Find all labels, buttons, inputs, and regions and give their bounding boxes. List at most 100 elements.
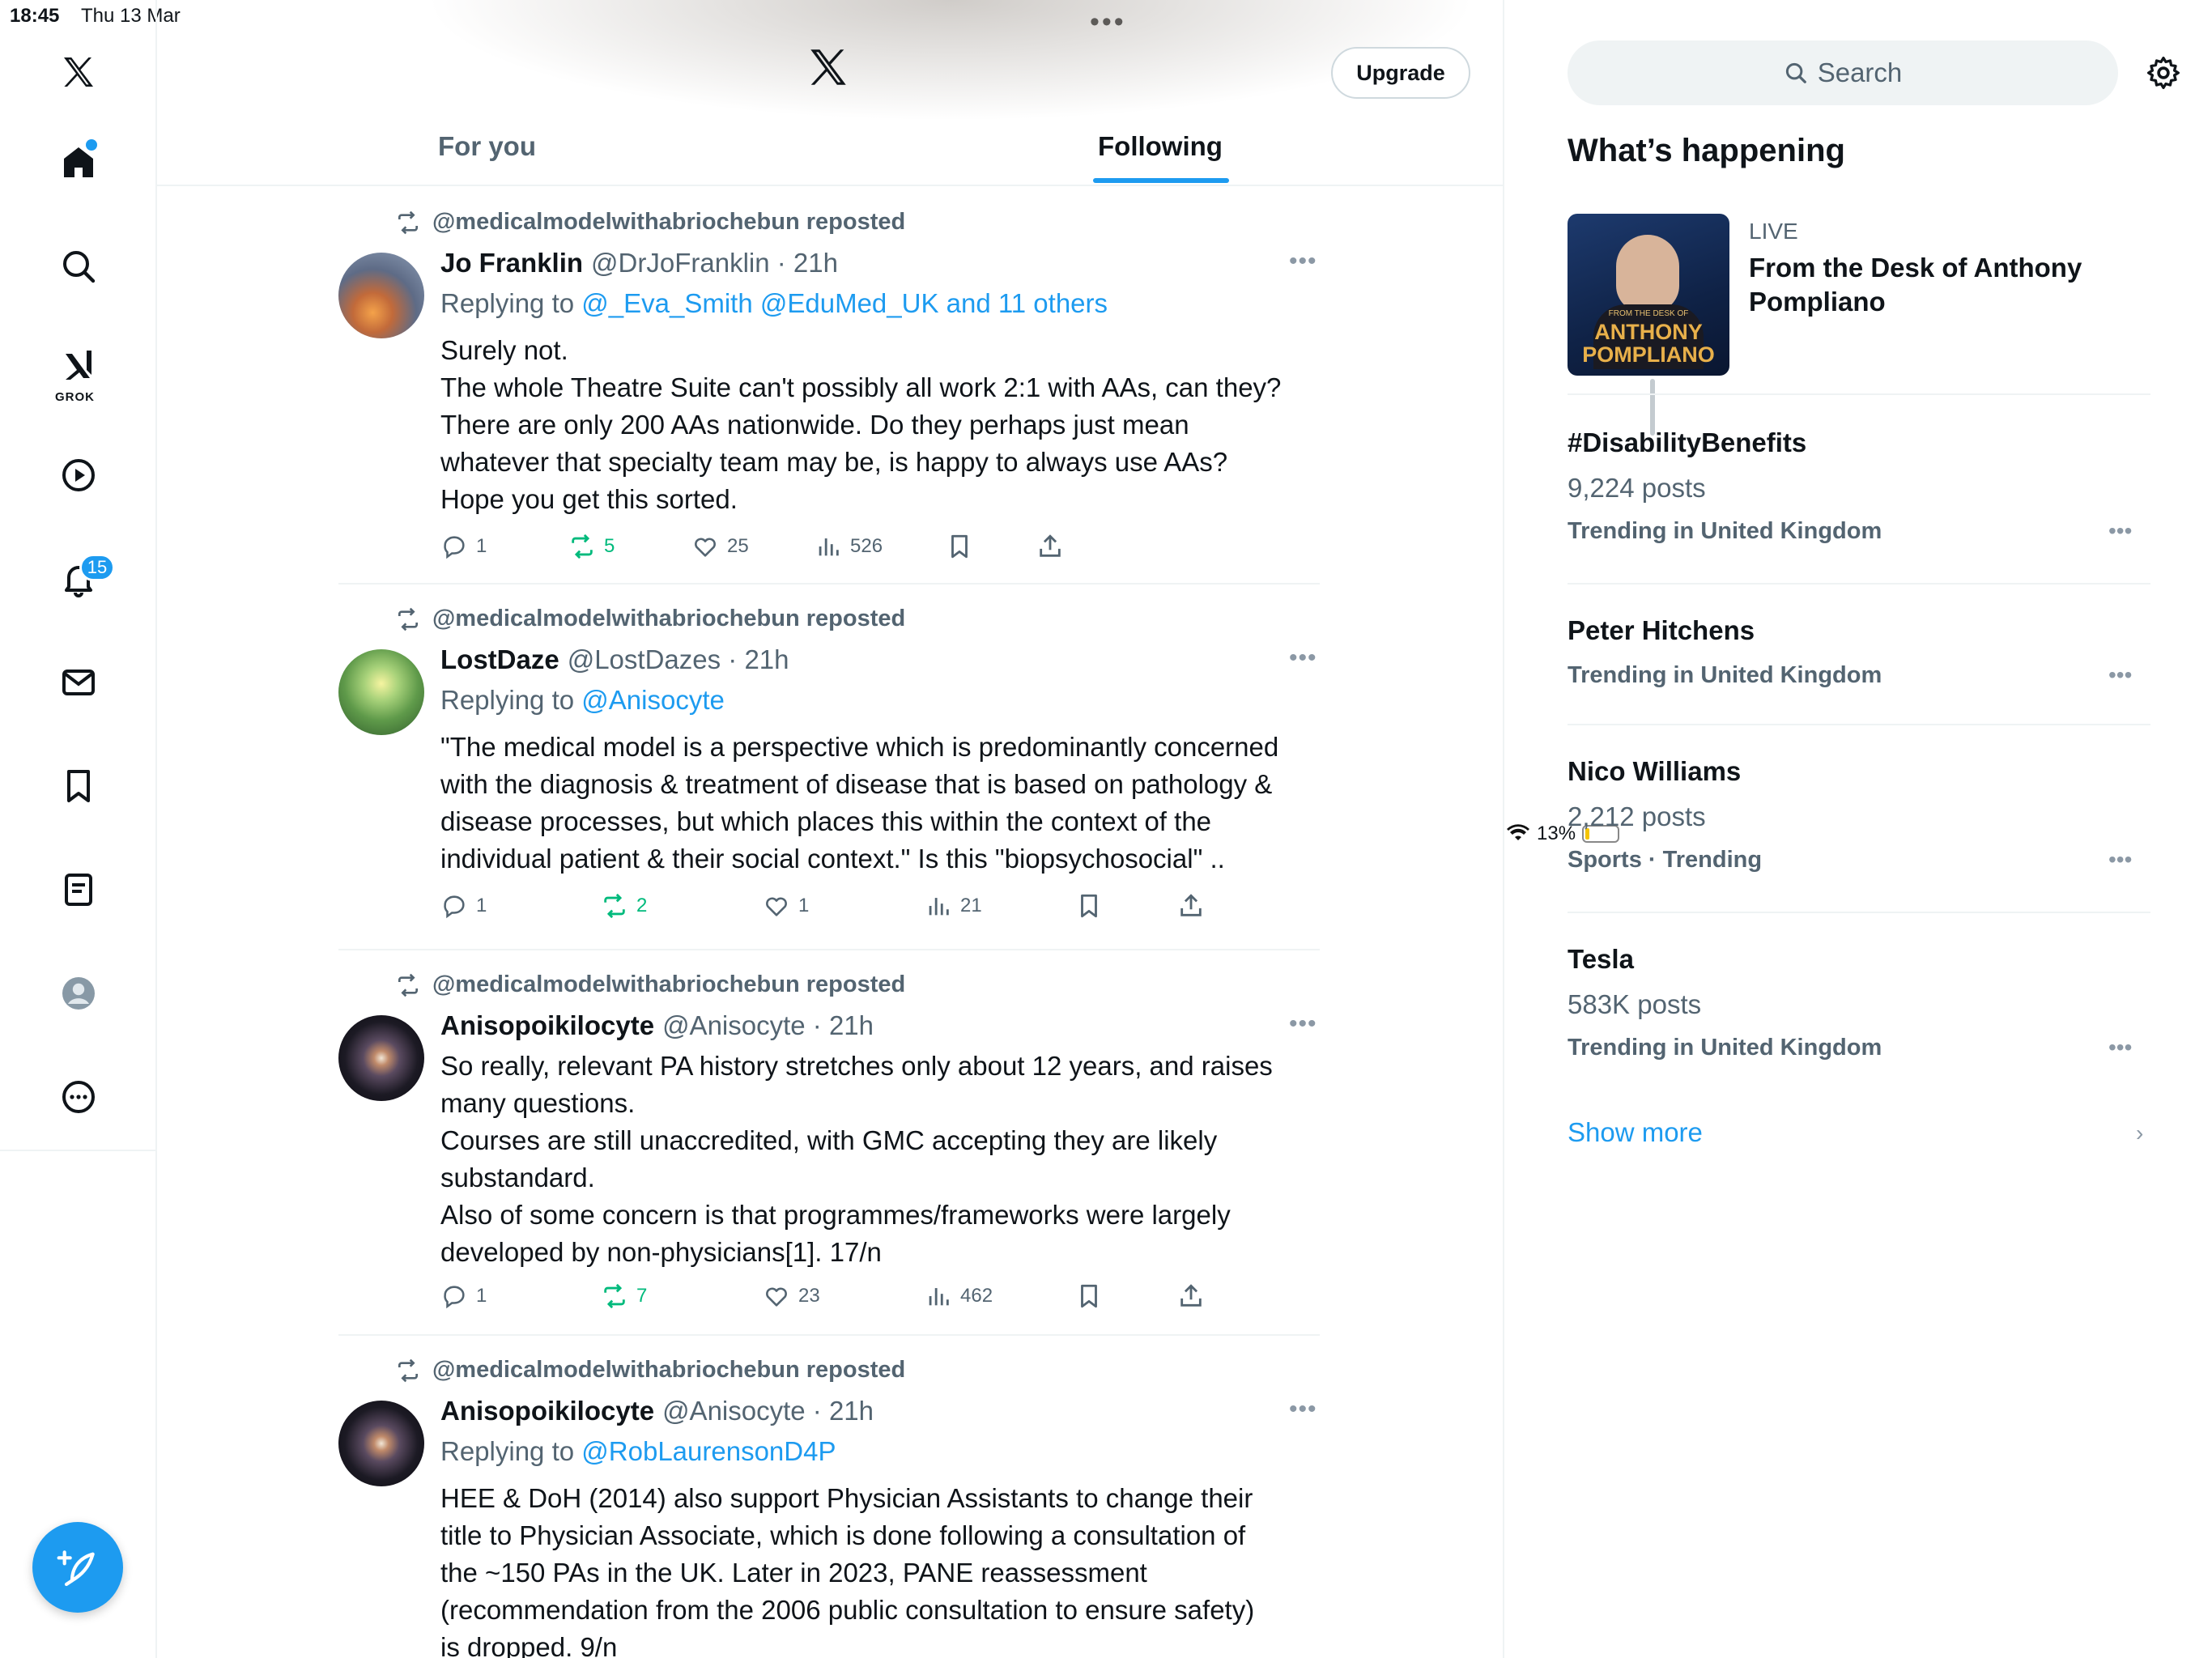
settings-gear-icon[interactable] xyxy=(2146,55,2181,91)
more-options-icon[interactable] xyxy=(49,1067,108,1127)
home-icon[interactable] xyxy=(49,133,108,193)
repost-count: 5 xyxy=(604,535,615,557)
grok-icon[interactable] xyxy=(49,335,108,395)
views-button[interactable]: 21 xyxy=(925,892,982,920)
trend-posts: 583K posts xyxy=(1568,989,1702,1019)
tweet-body: "The medical model is a perspective whic… xyxy=(440,729,1320,878)
chevron-right-icon[interactable]: › xyxy=(2136,1120,2143,1146)
share-icon xyxy=(1040,534,1061,557)
author-handle[interactable]: @DrJoFranklin · 21h xyxy=(591,248,838,278)
search-input[interactable]: Search xyxy=(1568,40,2118,105)
like-count: 23 xyxy=(798,1285,820,1307)
like-button[interactable]: 1 xyxy=(763,892,809,920)
like-button[interactable]: 23 xyxy=(763,1282,820,1310)
author-name[interactable]: LostDaze xyxy=(440,644,559,674)
repost-button[interactable]: 2 xyxy=(601,892,647,920)
repost-button[interactable]: 5 xyxy=(568,533,615,560)
tweet[interactable]: @medicalmodelwithabriochebun reposted Lo… xyxy=(338,591,1320,950)
repost-button[interactable]: 7 xyxy=(601,1282,647,1310)
tweet-actions: 1 5 25 526 xyxy=(440,533,1250,565)
reply-button[interactable]: 1 xyxy=(440,892,487,920)
trend-item[interactable]: #DisabilityBenefits 9,224 posts Trending… xyxy=(1568,397,2150,585)
share-button[interactable] xyxy=(1036,533,1064,560)
nav-divider xyxy=(0,1150,157,1151)
views-button[interactable]: 526 xyxy=(815,533,883,560)
replying-to-link[interactable]: @RobLaurensonD4P xyxy=(581,1436,836,1466)
tab-for-you[interactable]: For you xyxy=(438,131,536,162)
x-logo-header-icon xyxy=(810,49,846,85)
bookmark-button[interactable] xyxy=(946,533,973,560)
author-name[interactable]: Jo Franklin xyxy=(440,248,583,278)
like-button[interactable]: 25 xyxy=(691,533,749,560)
reply-button[interactable]: 1 xyxy=(440,533,487,560)
tweet[interactable]: @medicalmodelwithabriochebun reposted Jo… xyxy=(338,194,1320,585)
share-button[interactable] xyxy=(1177,1282,1205,1310)
repost-icon xyxy=(398,973,418,997)
bookmark-button[interactable] xyxy=(1075,1282,1103,1310)
reply-button[interactable]: 1 xyxy=(440,1282,487,1310)
live-title: From the Desk of Anthony Pompliano xyxy=(1749,253,2082,317)
tweet-line: (recommendation from the 2006 public con… xyxy=(440,1595,1255,1625)
replying-to: Replying to @_Eva_Smith @EduMed_UK and 1… xyxy=(440,288,1108,319)
header-backdrop xyxy=(424,0,1477,121)
avatar[interactable] xyxy=(338,1401,424,1486)
share-icon xyxy=(1180,894,1202,916)
trend-more-icon[interactable]: ••• xyxy=(2108,662,2132,688)
tweet-line: substandard. xyxy=(440,1163,595,1192)
video-icon[interactable] xyxy=(49,445,108,505)
replying-prefix: Replying to xyxy=(440,685,575,715)
bookmarks-icon[interactable] xyxy=(49,756,108,816)
author-name[interactable]: Anisopoikilocyte xyxy=(440,1010,654,1040)
author-name[interactable]: Anisopoikilocyte xyxy=(440,1396,654,1426)
views-button[interactable]: 462 xyxy=(925,1282,993,1310)
trend-more-icon[interactable]: ••• xyxy=(2108,847,2132,873)
left-navigation: GROK 15 xyxy=(0,0,157,1658)
search-icon[interactable] xyxy=(49,236,108,296)
tweet-more-icon[interactable]: ••• xyxy=(1289,1010,1317,1038)
profile-avatar-icon[interactable] xyxy=(49,963,108,1023)
avatar[interactable] xyxy=(338,1015,424,1101)
bookmark-button[interactable] xyxy=(1075,892,1103,920)
replying-prefix: Replying to xyxy=(440,288,575,318)
trend-title: Peter Hitchens xyxy=(1568,615,1755,645)
tweet-more-icon[interactable]: ••• xyxy=(1289,644,1317,672)
lists-icon[interactable] xyxy=(49,860,108,920)
tab-following[interactable]: Following xyxy=(1098,131,1223,162)
author-handle[interactable]: @LostDazes · 21h xyxy=(568,644,789,674)
tweet-line: with the diagnosis & treatment of diseas… xyxy=(440,769,1273,799)
share-button[interactable] xyxy=(1177,892,1205,920)
trend-posts: 9,224 posts xyxy=(1568,473,1706,503)
trend-context: Trending in United Kingdom xyxy=(1568,662,1882,688)
tweet[interactable]: @medicalmodelwithabriochebun reposted An… xyxy=(338,957,1320,1336)
trend-item[interactable]: Peter Hitchens Trending in United Kingdo… xyxy=(1568,585,2150,725)
replying-to-link[interactable]: @Anisocyte xyxy=(581,685,725,715)
views-chart-icon xyxy=(819,538,839,556)
tweet-more-icon[interactable]: ••• xyxy=(1289,248,1317,275)
views-chart-icon xyxy=(929,898,949,916)
compose-post-button[interactable] xyxy=(32,1522,123,1613)
tweet-more-icon[interactable]: ••• xyxy=(1289,1396,1317,1423)
trend-more-icon[interactable]: ••• xyxy=(2108,1035,2132,1061)
tweet-body: So really, relevant PA history stretches… xyxy=(440,1048,1320,1271)
avatar[interactable] xyxy=(338,253,424,338)
trend-title: #DisabilityBenefits xyxy=(1568,427,1807,457)
tweet-actions: 1 2 1 21 xyxy=(440,892,1250,925)
replying-to-link[interactable]: @_Eva_Smith @EduMed_UK and 11 others xyxy=(581,288,1108,318)
repost-icon xyxy=(398,1358,418,1382)
tweet-line: the ~150 PAs in the UK. Later in 2023, P… xyxy=(440,1558,1147,1588)
trend-more-icon[interactable]: ••• xyxy=(2108,518,2132,544)
tweet-line: "The medical model is a perspective whic… xyxy=(440,732,1279,762)
x-logo-icon[interactable] xyxy=(49,42,108,102)
avatar[interactable] xyxy=(338,649,424,735)
repost-context: @medicalmodelwithabriochebun reposted xyxy=(395,209,905,236)
live-event-card[interactable]: FROM THE DESK OF ANTHONY POMPLIANO LIVE … xyxy=(1568,214,2150,395)
tweet[interactable]: @medicalmodelwithabriochebun reposted An… xyxy=(338,1342,1320,1658)
trend-item[interactable]: Nico Williams 2,212 posts Sports · Trend… xyxy=(1568,725,2150,913)
show-more-link[interactable]: Show more xyxy=(1568,1117,1703,1148)
author-handle[interactable]: @Anisocyte · 21h xyxy=(662,1010,874,1040)
messages-envelope-icon[interactable] xyxy=(49,653,108,712)
trend-item[interactable]: Tesla 583K posts Trending in United King… xyxy=(1568,913,2150,1085)
author-handle[interactable]: @Anisocyte · 21h xyxy=(662,1396,874,1426)
timeline-tabs: For you Following xyxy=(157,121,1504,186)
upgrade-button[interactable]: Upgrade xyxy=(1331,47,1470,99)
